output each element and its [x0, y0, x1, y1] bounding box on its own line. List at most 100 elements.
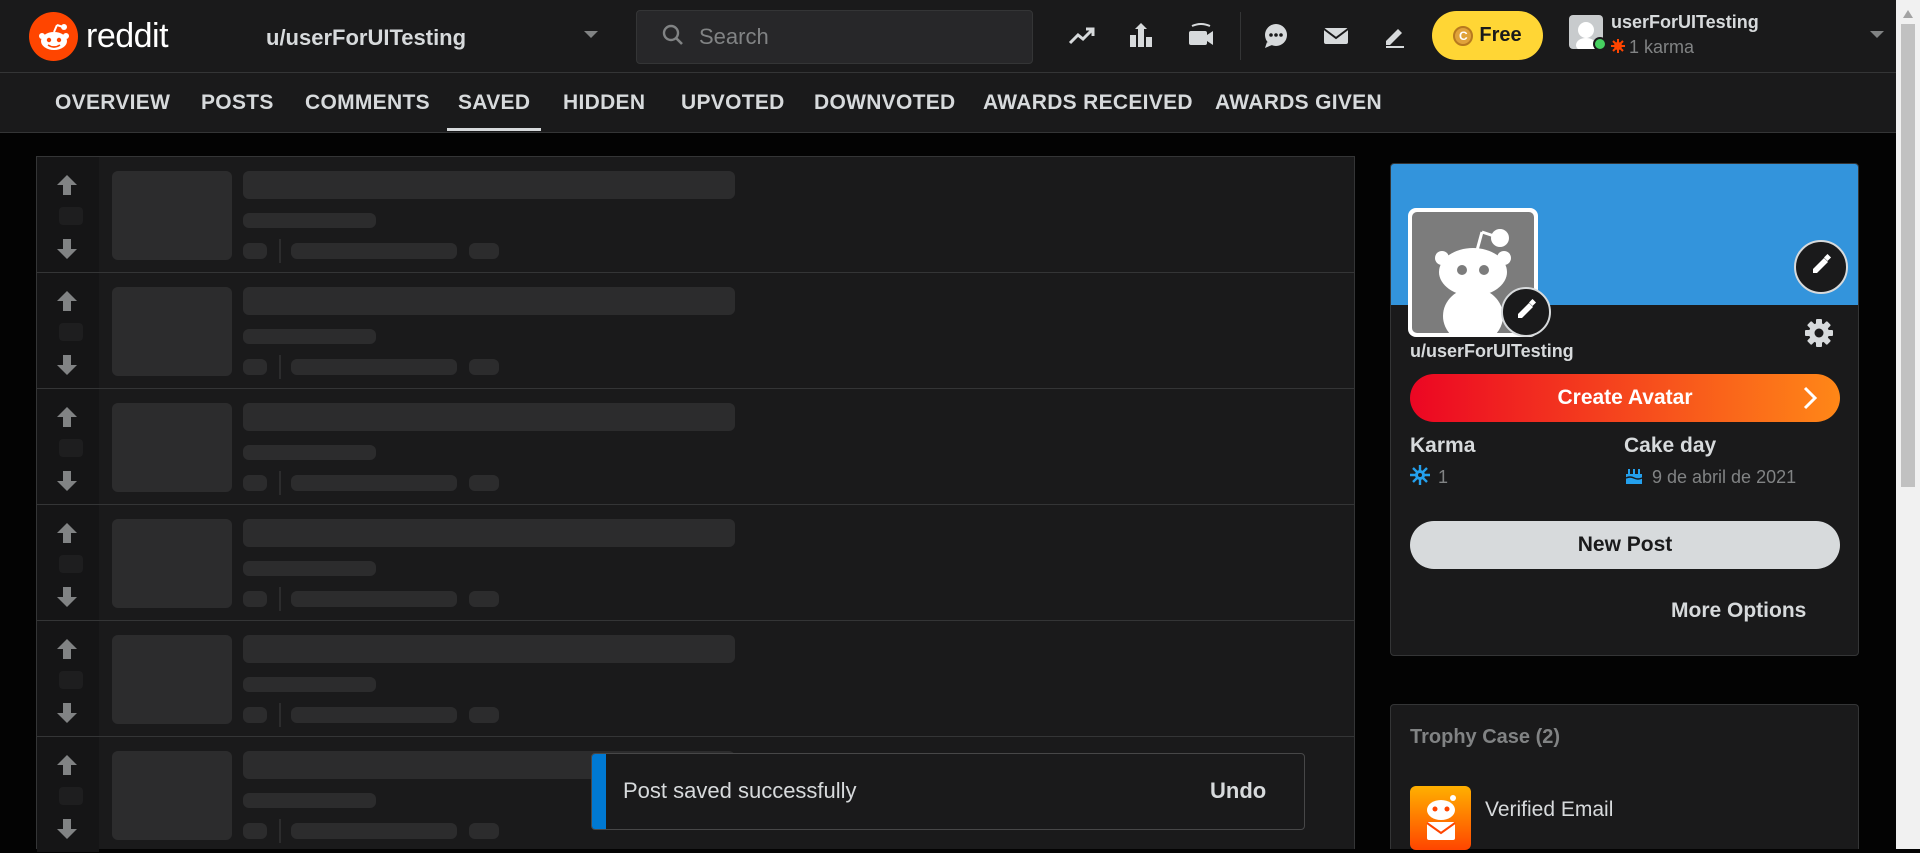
- title-placeholder: [243, 287, 735, 315]
- tab-downvoted[interactable]: DOWNVOTED: [814, 73, 956, 133]
- edit-avatar-button[interactable]: [1501, 287, 1551, 337]
- trophy-case-card: Trophy Case (2) Verified Email: [1390, 704, 1859, 850]
- all-stats-icon[interactable]: [1118, 13, 1164, 59]
- user-menu-dropdown[interactable]: userForUITesting 1 karma: [1566, 10, 1896, 64]
- mail-icon[interactable]: [1313, 13, 1359, 59]
- pencil-icon: [1515, 298, 1537, 326]
- create-avatar-button[interactable]: Create Avatar: [1410, 374, 1840, 422]
- action-placeholder: [243, 707, 267, 723]
- profile-tabs: OVERVIEW POSTS COMMENTS SAVED HIDDEN UPV…: [0, 73, 1896, 133]
- upvote-arrow-icon[interactable]: [55, 753, 79, 782]
- undo-button[interactable]: Undo: [1210, 778, 1266, 804]
- chevron-right-icon: [1802, 385, 1818, 417]
- saved-posts-feed: [36, 156, 1355, 852]
- search-bar[interactable]: [636, 10, 1033, 64]
- post-skeleton-row: [37, 157, 1354, 273]
- search-input[interactable]: [697, 23, 997, 51]
- action-placeholder: [291, 243, 457, 259]
- reddit-logo[interactable]: reddit: [29, 12, 169, 61]
- upvote-arrow-icon[interactable]: [55, 521, 79, 550]
- meta-placeholder: [243, 561, 376, 576]
- action-placeholder: [469, 707, 499, 723]
- toast-notification: Post saved successfully Undo: [591, 753, 1305, 830]
- scrollbar-thumb[interactable]: [1901, 24, 1915, 487]
- trophy-case-title: Trophy Case (2): [1410, 726, 1561, 748]
- vote-score-placeholder: [59, 787, 83, 805]
- action-placeholder: [243, 591, 267, 607]
- cake-day-text: 9 de abril de 2021: [1652, 467, 1797, 487]
- vote-column: [37, 621, 99, 736]
- cake-day-label: Cake day: [1624, 434, 1717, 457]
- free-premium-button[interactable]: C Free: [1432, 11, 1543, 60]
- tab-hidden[interactable]: HIDDEN: [563, 73, 645, 133]
- live-video-icon[interactable]: [1178, 13, 1224, 59]
- gear-icon[interactable]: [1805, 319, 1833, 352]
- tab-awards-given[interactable]: AWARDS GIVEN: [1215, 73, 1382, 133]
- new-post-button[interactable]: New Post: [1410, 521, 1840, 569]
- title-placeholder: [243, 519, 735, 547]
- thumbnail-placeholder: [112, 287, 232, 376]
- vote-column: [37, 157, 99, 272]
- pencil-icon: [1810, 253, 1832, 281]
- action-placeholder: [469, 359, 499, 375]
- tab-saved[interactable]: SAVED: [446, 73, 542, 133]
- more-options-button[interactable]: More Options: [1671, 599, 1806, 623]
- page-scrollbar[interactable]: [1896, 0, 1920, 849]
- chat-icon[interactable]: [1253, 13, 1299, 59]
- downvote-arrow-icon[interactable]: [55, 469, 79, 498]
- upvote-arrow-icon[interactable]: [55, 637, 79, 666]
- title-placeholder: [243, 635, 735, 663]
- scroll-up-arrow-icon[interactable]: [1902, 6, 1914, 24]
- action-placeholder: [469, 591, 499, 607]
- edit-banner-button[interactable]: [1794, 240, 1848, 294]
- thumbnail-placeholder: [112, 403, 232, 492]
- karma-label: Karma: [1410, 434, 1476, 457]
- action-placeholder: [469, 475, 499, 491]
- tab-overview[interactable]: OVERVIEW: [55, 73, 170, 133]
- tab-awards-received[interactable]: AWARDS RECEIVED: [983, 73, 1193, 133]
- downvote-arrow-icon[interactable]: [55, 353, 79, 382]
- tab-comments[interactable]: COMMENTS: [305, 73, 430, 133]
- avatar: [1569, 15, 1607, 52]
- header-karma: 1 karma: [1611, 37, 1694, 58]
- create-post-pencil-icon[interactable]: [1372, 13, 1418, 59]
- vote-score-placeholder: [59, 555, 83, 573]
- cake-icon: [1624, 465, 1644, 490]
- chevron-down-icon: [582, 28, 600, 46]
- action-placeholder: [291, 591, 457, 607]
- action-placeholder: [291, 823, 457, 839]
- profile-username[interactable]: u/userForUITesting: [1410, 341, 1574, 362]
- divider: [279, 587, 281, 611]
- vote-column: [37, 505, 99, 620]
- action-placeholder: [243, 243, 267, 259]
- downvote-arrow-icon[interactable]: [55, 585, 79, 614]
- action-placeholder: [291, 475, 457, 491]
- user-switcher-dropdown[interactable]: u/userForUITesting: [266, 18, 600, 58]
- thumbnail-placeholder: [112, 519, 232, 608]
- tab-posts[interactable]: POSTS: [201, 73, 274, 133]
- meta-placeholder: [243, 445, 376, 460]
- verified-email-trophy-icon: [1410, 786, 1471, 850]
- downvote-arrow-icon[interactable]: [55, 817, 79, 846]
- upvote-arrow-icon[interactable]: [55, 405, 79, 434]
- downvote-arrow-icon[interactable]: [55, 701, 79, 730]
- chevron-down-icon: [1868, 28, 1886, 46]
- popular-trending-icon[interactable]: [1059, 13, 1105, 59]
- action-placeholder: [469, 243, 499, 259]
- upvote-arrow-icon[interactable]: [55, 289, 79, 318]
- upvote-arrow-icon[interactable]: [55, 173, 79, 202]
- karma-value-text: 1: [1438, 467, 1449, 487]
- post-skeleton-row: [37, 621, 1354, 737]
- downvote-arrow-icon[interactable]: [55, 237, 79, 266]
- title-placeholder: [243, 171, 735, 199]
- karma-icon: [1410, 465, 1430, 490]
- divider: [279, 239, 281, 263]
- trophy-name[interactable]: Verified Email: [1485, 798, 1613, 822]
- thumbnail-placeholder: [112, 751, 232, 840]
- tab-upvoted[interactable]: UPVOTED: [681, 73, 785, 133]
- action-placeholder: [243, 823, 267, 839]
- toast-accent-bar: [592, 754, 606, 829]
- toast-message: Post saved successfully: [623, 778, 857, 803]
- title-placeholder: [243, 403, 735, 431]
- header-divider: [1240, 12, 1241, 60]
